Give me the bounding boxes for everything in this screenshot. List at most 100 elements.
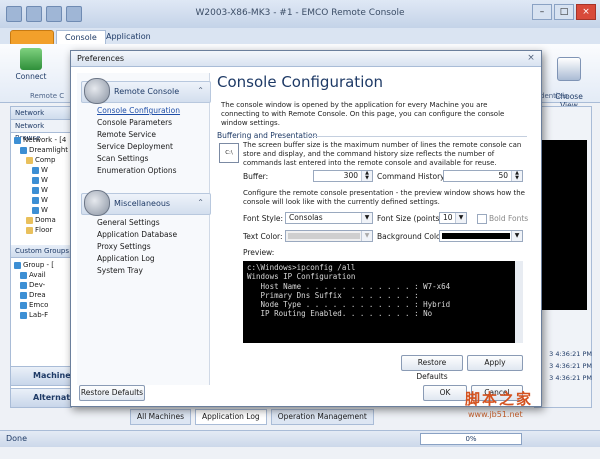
nav-item-application-log[interactable]: Application Log	[97, 253, 155, 264]
ribbon-group-remote-label: Remote C	[30, 92, 65, 100]
collapse-icon[interactable]: ⌃	[197, 86, 204, 95]
computer-icon	[20, 271, 27, 279]
nav-item-console-parameters[interactable]: Console Parameters	[97, 117, 172, 128]
tree-item[interactable]: Network - [4	[14, 135, 71, 145]
buffer-stepper[interactable]: 300 ▲ ▼	[313, 170, 373, 182]
nav-item-proxy-settings[interactable]: Proxy Settings	[97, 241, 151, 252]
folder-icon	[26, 226, 33, 234]
tab-application[interactable]: Application	[98, 30, 159, 44]
computer-icon	[32, 166, 39, 174]
computer-icon	[20, 301, 27, 309]
chevron-down-icon: ▼	[361, 213, 372, 223]
tab-operation-management[interactable]: Operation Management	[270, 409, 374, 425]
buffer-description: The screen buffer size is the maximum nu…	[243, 141, 522, 167]
tree-item[interactable]: Dreamlight	[14, 145, 71, 155]
maximize-icon[interactable]: □	[554, 4, 574, 20]
ribbon-group-credentials-label: dentials	[540, 92, 568, 100]
bold-fonts-label: Bold Fonts	[489, 214, 529, 223]
console-icon: C:\	[219, 143, 239, 163]
tree-item[interactable]: Floor	[14, 225, 71, 235]
tab-all-machines[interactable]: All Machines	[130, 409, 191, 425]
nav-item-application-database[interactable]: Application Database	[97, 229, 177, 240]
preview-line: IP Routing Enabled. . . . . . . . : No	[247, 309, 433, 319]
bg-color-select[interactable]: ▼	[439, 230, 523, 242]
nav-alternate[interactable]: Alternat	[10, 388, 72, 408]
preview-line: Windows IP Configuration	[247, 272, 356, 282]
tree-item[interactable]: W	[14, 165, 71, 175]
font-size-select[interactable]: 10 ▼	[439, 212, 467, 224]
tree-item[interactable]: Avail	[14, 270, 71, 280]
preferences-nav: Remote Console ⌃ Console Configuration C…	[77, 73, 211, 385]
tree-item[interactable]: Emco	[14, 300, 71, 310]
preferences-dialog: Preferences × Remote Console ⌃ Console C…	[70, 50, 542, 407]
view-icon	[557, 57, 581, 81]
connect-button[interactable]: Connect	[14, 48, 48, 81]
nav-group-label: Miscellaneous	[114, 199, 171, 208]
app-title: W2003-X86-MK3 - #1 - EMCO Remote Console	[195, 8, 405, 18]
preview-line: Node Type . . . . . . . . . . . . : Hybr…	[247, 300, 451, 310]
computer-icon	[32, 186, 39, 194]
gear-icon	[84, 190, 110, 216]
tree-item[interactable]: W	[14, 195, 71, 205]
tree-item[interactable]: W	[14, 175, 71, 185]
text-color-label: Text Color:	[243, 232, 283, 241]
chevron-down-icon: ▼	[455, 213, 466, 223]
nav-item-scan-settings[interactable]: Scan Settings	[97, 153, 148, 164]
custom-groups-header: Custom Groups	[11, 245, 71, 258]
console-output[interactable]	[537, 140, 587, 310]
bold-fonts-checkbox[interactable]	[477, 214, 487, 224]
close-icon[interactable]: ×	[525, 53, 537, 64]
nav-item-service-deployment[interactable]: Service Deployment	[97, 141, 173, 152]
page-description: The console window is opened by the appl…	[221, 101, 505, 127]
stepper-arrows-icon[interactable]: ▲ ▼	[361, 171, 372, 181]
connect-label: Connect	[15, 72, 47, 81]
font-size-value: 10	[443, 213, 453, 222]
tree-item[interactable]: Doma	[14, 215, 71, 225]
nav-group-remote-console[interactable]: Remote Console ⌃	[81, 78, 211, 104]
computer-icon	[20, 281, 27, 289]
preview-line: c:\Windows>ipconfig /all	[247, 263, 356, 272]
page-title: Console Configuration	[217, 73, 384, 91]
computer-icon	[20, 291, 27, 299]
nav-machines[interactable]: Machine	[10, 366, 72, 386]
close-window-icon[interactable]: ×	[576, 4, 596, 20]
stepper-arrows-icon[interactable]: ▲ ▼	[511, 171, 522, 181]
bottom-tabs: All Machines Application Log Operation M…	[130, 409, 374, 425]
tab-application-log[interactable]: Application Log	[195, 409, 267, 425]
font-style-select[interactable]: Consolas ▼	[285, 212, 373, 224]
nav-item-console-configuration[interactable]: Console Configuration	[97, 105, 180, 116]
ok-button[interactable]: OK	[423, 385, 467, 401]
font-size-label: Font Size (points):	[377, 214, 445, 223]
apply-button[interactable]: Apply	[467, 355, 523, 371]
tree-item[interactable]: Group - [	[14, 260, 71, 270]
history-label: Command History:	[377, 172, 447, 181]
nav-group-miscellaneous[interactable]: Miscellaneous ⌃	[81, 190, 211, 216]
progress-percent: 0%	[465, 435, 477, 443]
tree-item[interactable]: W	[14, 205, 71, 215]
nav-item-system-tray[interactable]: System Tray	[97, 265, 143, 276]
app-titlebar: W2003-X86-MK3 - #1 - EMCO Remote Console…	[0, 0, 600, 29]
nav-item-remote-service[interactable]: Remote Service	[97, 129, 156, 140]
preview-line: Host Name . . . . . . . . . . . . : W7-x…	[247, 281, 451, 291]
chevron-down-icon: ▼	[361, 231, 372, 241]
group-icon	[14, 261, 21, 269]
nav-item-general-settings[interactable]: General Settings	[97, 217, 160, 228]
tree-item[interactable]: W	[14, 185, 71, 195]
restore-all-defaults-button[interactable]: Restore Defaults	[79, 385, 145, 401]
font-style-value: Consolas	[289, 213, 323, 222]
restore-page-defaults-button[interactable]: Restore Defaults	[401, 355, 463, 381]
tree-item[interactable]: Comp	[14, 155, 71, 165]
minimize-icon[interactable]: –	[532, 4, 552, 20]
history-stepper[interactable]: 50 ▲ ▼	[443, 170, 523, 182]
tree-item[interactable]: Drea	[14, 290, 71, 300]
collapse-icon[interactable]: ⌃	[197, 198, 204, 207]
choose-view-button[interactable]: Choose View	[552, 48, 586, 110]
text-color-select[interactable]: ▼	[285, 230, 373, 242]
network-icon	[14, 136, 21, 144]
window-buttons: – □ ×	[532, 4, 596, 20]
tree-item[interactable]: Lab-F	[14, 310, 71, 320]
tree-item[interactable]: Dev-	[14, 280, 71, 290]
preview-scrollbar[interactable]	[515, 261, 523, 343]
nav-item-enumeration-options[interactable]: Enumeration Options	[97, 165, 177, 176]
log-timestamp: 3 4:36:21 PM	[549, 362, 592, 370]
